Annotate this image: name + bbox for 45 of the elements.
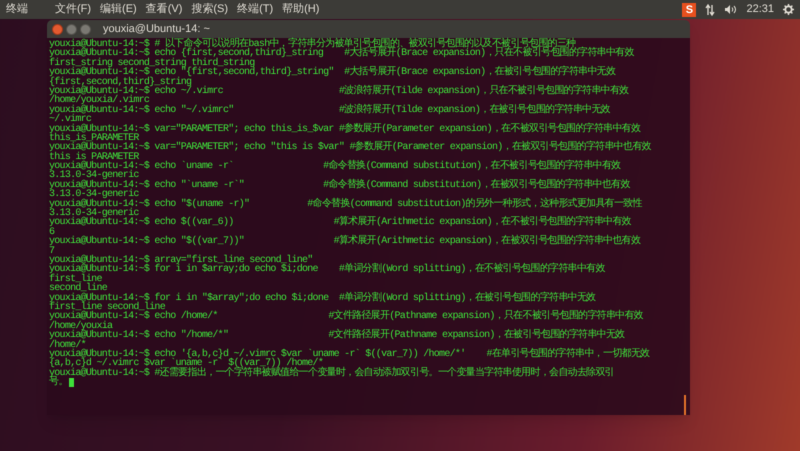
terminal-line: youxia@Ubuntu-14:~$ for i in $array;do echo $i;done #单词分割(Word splitting)，在不被引号包围的字符串中有效: [49, 265, 605, 275]
terminal-line: youxia@Ubuntu-14:~$ echo "~/.vimrc" #波浪符展开(Tilde expansion)，在被引号包围的字符串中无效: [49, 106, 610, 116]
terminal-line: youxia@Ubuntu-14:~$ #还需要指出，一个字符串被赋值给一个变量时，会自动添加双引号。一个变量当字符串使用时，会自动去除双引: [49, 368, 614, 378]
app-name: 终端: [6, 2, 29, 18]
terminal-line: second_line: [49, 284, 107, 294]
terminal-line: 3.13.0-34-generic: [49, 171, 139, 181]
terminal-line: youxia@Ubuntu-14:~$ echo "$(uname -r)" #命令替换(command substitution)的另外一种形式，这种形式更加具有一致性: [49, 200, 642, 210]
terminal-line: 7: [49, 246, 54, 256]
network-arrows-icon[interactable]: [705, 4, 716, 16]
terminal-line: youxia@Ubuntu-14:~$ echo "`uname -r`" #命令替换(Command substitution)，在被双引号包围的字符串中也有效: [49, 180, 630, 190]
terminal-line: /home/youxia/.vimrc: [49, 96, 150, 106]
terminal-line: 3.13.0-34-generic: [49, 209, 139, 218]
terminal-line: youxia@Ubuntu-14:~$ echo ~/.vimrc #波浪符展开(Tilde expansion)，只在不被引号包围的字符串中有效: [49, 86, 628, 96]
settings-icon[interactable]: [783, 4, 794, 15]
terminal-line: /home/*: [49, 340, 86, 350]
input-method-indicator[interactable]: S: [682, 2, 696, 16]
terminal-line: youxia@Ubuntu-14:~$ for i in "$array";do echo $i;done #单词分割(Word splitting)，在被引号包围的字符串中无效: [49, 294, 596, 303]
terminal-line: youxia@Ubuntu-14:~$ echo "/home/*" #文件路径展开(Pathname expansion)，在被引号包围的字符串中无效: [49, 331, 624, 341]
terminal-line: youxia@Ubuntu-14:~$ echo $((var_6)) #算术展开(Arithmetic expansion)，在不被引号包围的字符串中有效: [49, 218, 631, 228]
volume-icon[interactable]: [724, 4, 738, 15]
menu-item[interactable]: 帮助(H): [282, 1, 320, 18]
terminal-line: youxia@Ubuntu-14:~$ echo "$((var_7))" #算术展开(Arithmetic expansion)，在被双引号包围的字符串中也有效: [49, 237, 640, 247]
terminal-line: youxia@Ubuntu-14:~$ echo `uname -r` #命令替换(Command substitution)，在不被引号包围的字符串中有效: [49, 162, 620, 172]
terminal-line: youxia@Ubuntu-14:~$ echo {first,second,third}_string #大括号展开(Brace expansion)，只在不被引号包围的字符串中有效: [49, 49, 634, 59]
scrollbar[interactable]: [684, 395, 686, 415]
terminal-line: /home/youxia: [49, 322, 112, 332]
minimize-button[interactable]: [66, 24, 77, 34]
menu-item[interactable]: 编辑(E): [100, 1, 137, 18]
menu-item[interactable]: 文件(F): [55, 1, 92, 18]
clock[interactable]: 22:31: [746, 1, 774, 18]
terminal-line: 3.13.0-34-generic: [49, 190, 139, 200]
menu-item[interactable]: 查看(V): [146, 1, 182, 18]
terminal-line: youxia@Ubuntu-14:~$ echo /home/* #文件路径展开(Pathname expansion)，只在不被引号包围的字符串中有效: [49, 312, 643, 322]
menu-item[interactable]: 搜索(S): [191, 1, 228, 18]
terminal-line: ~/.vimrc: [49, 115, 92, 125]
terminal-line: {first,second,third}_string: [49, 78, 192, 87]
menu-item[interactable]: 终端(T): [237, 1, 274, 18]
close-button[interactable]: [52, 24, 63, 34]
terminal-line: 6: [49, 228, 54, 238]
window-title: youxia@Ubuntu-14: ~: [103, 22, 210, 37]
terminal-line: youxia@Ubuntu-14:~$ var="PARAMETER"; echo "this is $var" #参数展开(Parameter expansion)，在被双引号包围的字符串中也有效: [49, 143, 651, 153]
maximize-button[interactable]: [80, 24, 91, 34]
terminal-line: youxia@Ubuntu-14:~$ var="PARAMETER"; echo this_is_$var #参数展开(Parameter expansion)，在不被双引号包围的字符串中有效: [49, 124, 640, 134]
terminal-line: youxia@Ubuntu-14:~$ echo "{first,second,third}_string" #大括号展开(Brace expansion)，在被引号包围的字符串中无效: [49, 68, 616, 78]
terminal-line: 号。: [49, 378, 68, 388]
